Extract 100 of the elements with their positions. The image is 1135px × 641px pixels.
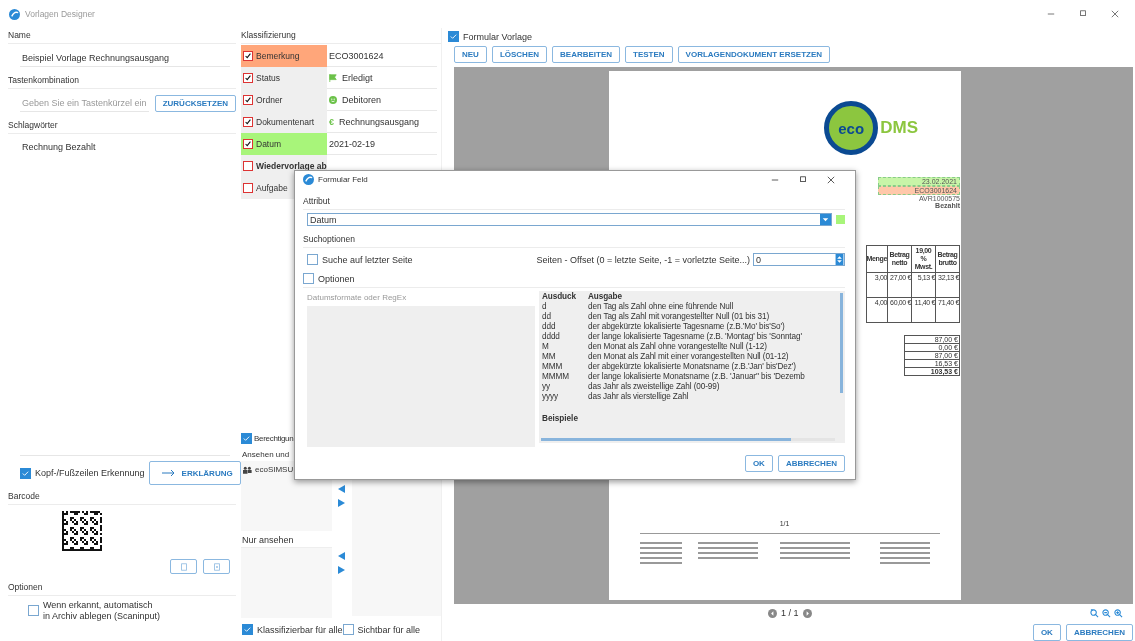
zoom-reset-icon[interactable] [1090, 608, 1099, 618]
checkbox-label: Optionen [318, 273, 355, 284]
spinner-arrows-icon[interactable] [835, 254, 844, 265]
column-header: Ausduck [542, 292, 577, 302]
attribute-label: Wiedervorlage ab [256, 161, 327, 171]
dropdown-caret-icon[interactable] [820, 214, 831, 225]
checkbox[interactable] [243, 139, 253, 149]
checkbox-label: Sichtbar für alle [357, 624, 421, 635]
checkbox[interactable] [241, 433, 252, 444]
section-heading: Klassifizierung [241, 28, 441, 44]
checkbox-label: Klassifizierbar für alle [257, 624, 343, 635]
checkbox[interactable] [307, 254, 318, 265]
attribute-label: Datum [256, 139, 282, 149]
close-icon[interactable] [1111, 10, 1119, 18]
checkbox[interactable] [243, 73, 253, 83]
value-text: 2021-02-19 [329, 138, 376, 149]
scrollbar[interactable] [840, 293, 843, 393]
column-header: Ausgabe [588, 292, 623, 302]
checkbox-label: Wenn erkannt, automatisch in Archiv ablegen (Scaninput) [43, 600, 161, 621]
checkbox[interactable] [303, 273, 314, 284]
format-code: MM [542, 352, 557, 362]
color-swatch[interactable] [836, 215, 845, 224]
move-left-icon[interactable] [338, 552, 346, 560]
checkbox-label: Suche auf letzter Seite [322, 254, 413, 265]
value-cell[interactable]: Erledigt [327, 67, 437, 89]
format-description: den Monat als Zahl ohne vorangestellte Null (1-12) [588, 342, 768, 352]
flag-icon [329, 73, 337, 82]
move-left-icon[interactable] [338, 485, 346, 493]
smiley-icon [329, 95, 337, 104]
section-heading: Barcode [8, 489, 236, 506]
previous-page-icon[interactable] [768, 608, 777, 618]
attribute-label: Aufgabe [256, 183, 288, 193]
scrollbar[interactable] [541, 438, 835, 441]
toolbar-button[interactable]: VORLAGENDOKUMENT ERSETZEN [677, 46, 831, 63]
section-heading: Name [8, 28, 236, 44]
app-logo-icon [9, 8, 20, 20]
maximize-icon[interactable] [799, 175, 807, 184]
maximize-icon[interactable] [1079, 10, 1087, 18]
dialog-button[interactable]: ABBRECHEN [777, 455, 845, 472]
page-indicator: 1 / 1 [781, 608, 799, 618]
checkbox[interactable] [243, 183, 253, 193]
checkbox[interactable] [342, 624, 354, 635]
window-title: Vorlagen Designer [25, 9, 95, 19]
value-text: Rechnungsausgang [339, 116, 420, 127]
format-code: M [542, 342, 550, 352]
dialog-button[interactable]: OK [744, 455, 773, 472]
zoom-out-icon[interactable] [1102, 608, 1111, 618]
toolbar-button[interactable]: TESTEN [625, 46, 673, 63]
close-icon[interactable] [827, 175, 835, 184]
document-icon [212, 562, 221, 571]
format-description: den Tag als Zahl ohne eine führende Null [588, 302, 735, 312]
format-description: der abgekürzte lokalisierte Monatsname (z.B.'Jan' bis'Dez') [588, 362, 797, 372]
dialog-button[interactable]: OK [1032, 624, 1061, 641]
arrow-icon [161, 469, 176, 478]
examples-heading: Beispiele [542, 414, 579, 423]
logo-text: eco [824, 101, 879, 155]
offset-spinbox[interactable]: 0 [753, 253, 845, 266]
list-label: Ansehen und [241, 449, 291, 461]
checkbox[interactable] [243, 95, 253, 105]
toolbar-button[interactable]: NEU [454, 46, 487, 63]
toolbar-button[interactable]: LÖSCHEN [491, 46, 547, 63]
attribute-dropdown[interactable]: Datum [307, 213, 832, 226]
value-cell[interactable]: Debitoren [327, 89, 437, 111]
format-description: der lange lokalisierte Monatsname (z.B. 'Januar'' bis 'Dezemb [588, 372, 806, 382]
checkbox[interactable] [242, 624, 253, 635]
format-description: der lange lokalisierte Tagesname (z.B. 'Montag' bis 'Sonntag' [588, 332, 803, 342]
value-text: ECO3001624 [329, 50, 384, 61]
reset-button[interactable]: ZURÜCKSETZEN [154, 95, 236, 112]
move-right-icon[interactable] [338, 566, 346, 574]
checkbox[interactable] [448, 31, 459, 42]
zoom-in-icon[interactable] [1114, 608, 1123, 618]
format-code: dd [542, 312, 552, 322]
name-field[interactable]: Beispiel Vorlage Rechnungsausgang [20, 50, 230, 67]
format-code: yyyy [542, 392, 559, 402]
section-heading: Optionen [8, 580, 236, 597]
format-code: ddd [542, 322, 557, 332]
checkbox-label: Formular Vorlage [463, 31, 533, 42]
format-description: das Jahr als vierstellige Zahl [588, 392, 690, 402]
checkbox[interactable] [243, 51, 253, 61]
user-item[interactable]: ecoSIMSU [241, 461, 333, 478]
value-text: Debitoren [342, 94, 382, 105]
section-heading: Suchoptionen [303, 226, 845, 248]
format-code: MMMM [542, 372, 570, 382]
dialog-title: Formular Feld [318, 175, 368, 184]
value-cell[interactable]: ECO3001624 [327, 45, 437, 67]
checkbox[interactable] [20, 467, 31, 479]
minimize-icon[interactable] [1047, 10, 1055, 18]
checkbox[interactable] [243, 117, 253, 127]
explain-button[interactable]: ERKLÄRUNG [148, 461, 241, 486]
toolbar-button[interactable]: BEARBEITEN [552, 46, 621, 63]
next-page-icon[interactable] [802, 608, 812, 618]
value-cell[interactable]: 2021-02-19 [327, 133, 437, 155]
format-description: der abgekürzte lokalisierte Tagesname (z.B.'Mo' bis'So') [588, 322, 786, 332]
checkbox[interactable] [243, 161, 253, 171]
dialog-button[interactable]: ABBRECHEN [1065, 624, 1133, 641]
move-right-icon[interactable] [338, 499, 346, 507]
value-cell[interactable]: € Rechnungsausgang [327, 111, 437, 133]
format-description: das Jahr als zweistellige Zahl (00-99) [588, 382, 721, 392]
checkbox-label: Kopf-/Fußzeilen Erkennung [35, 468, 145, 479]
checkbox[interactable] [28, 605, 39, 617]
